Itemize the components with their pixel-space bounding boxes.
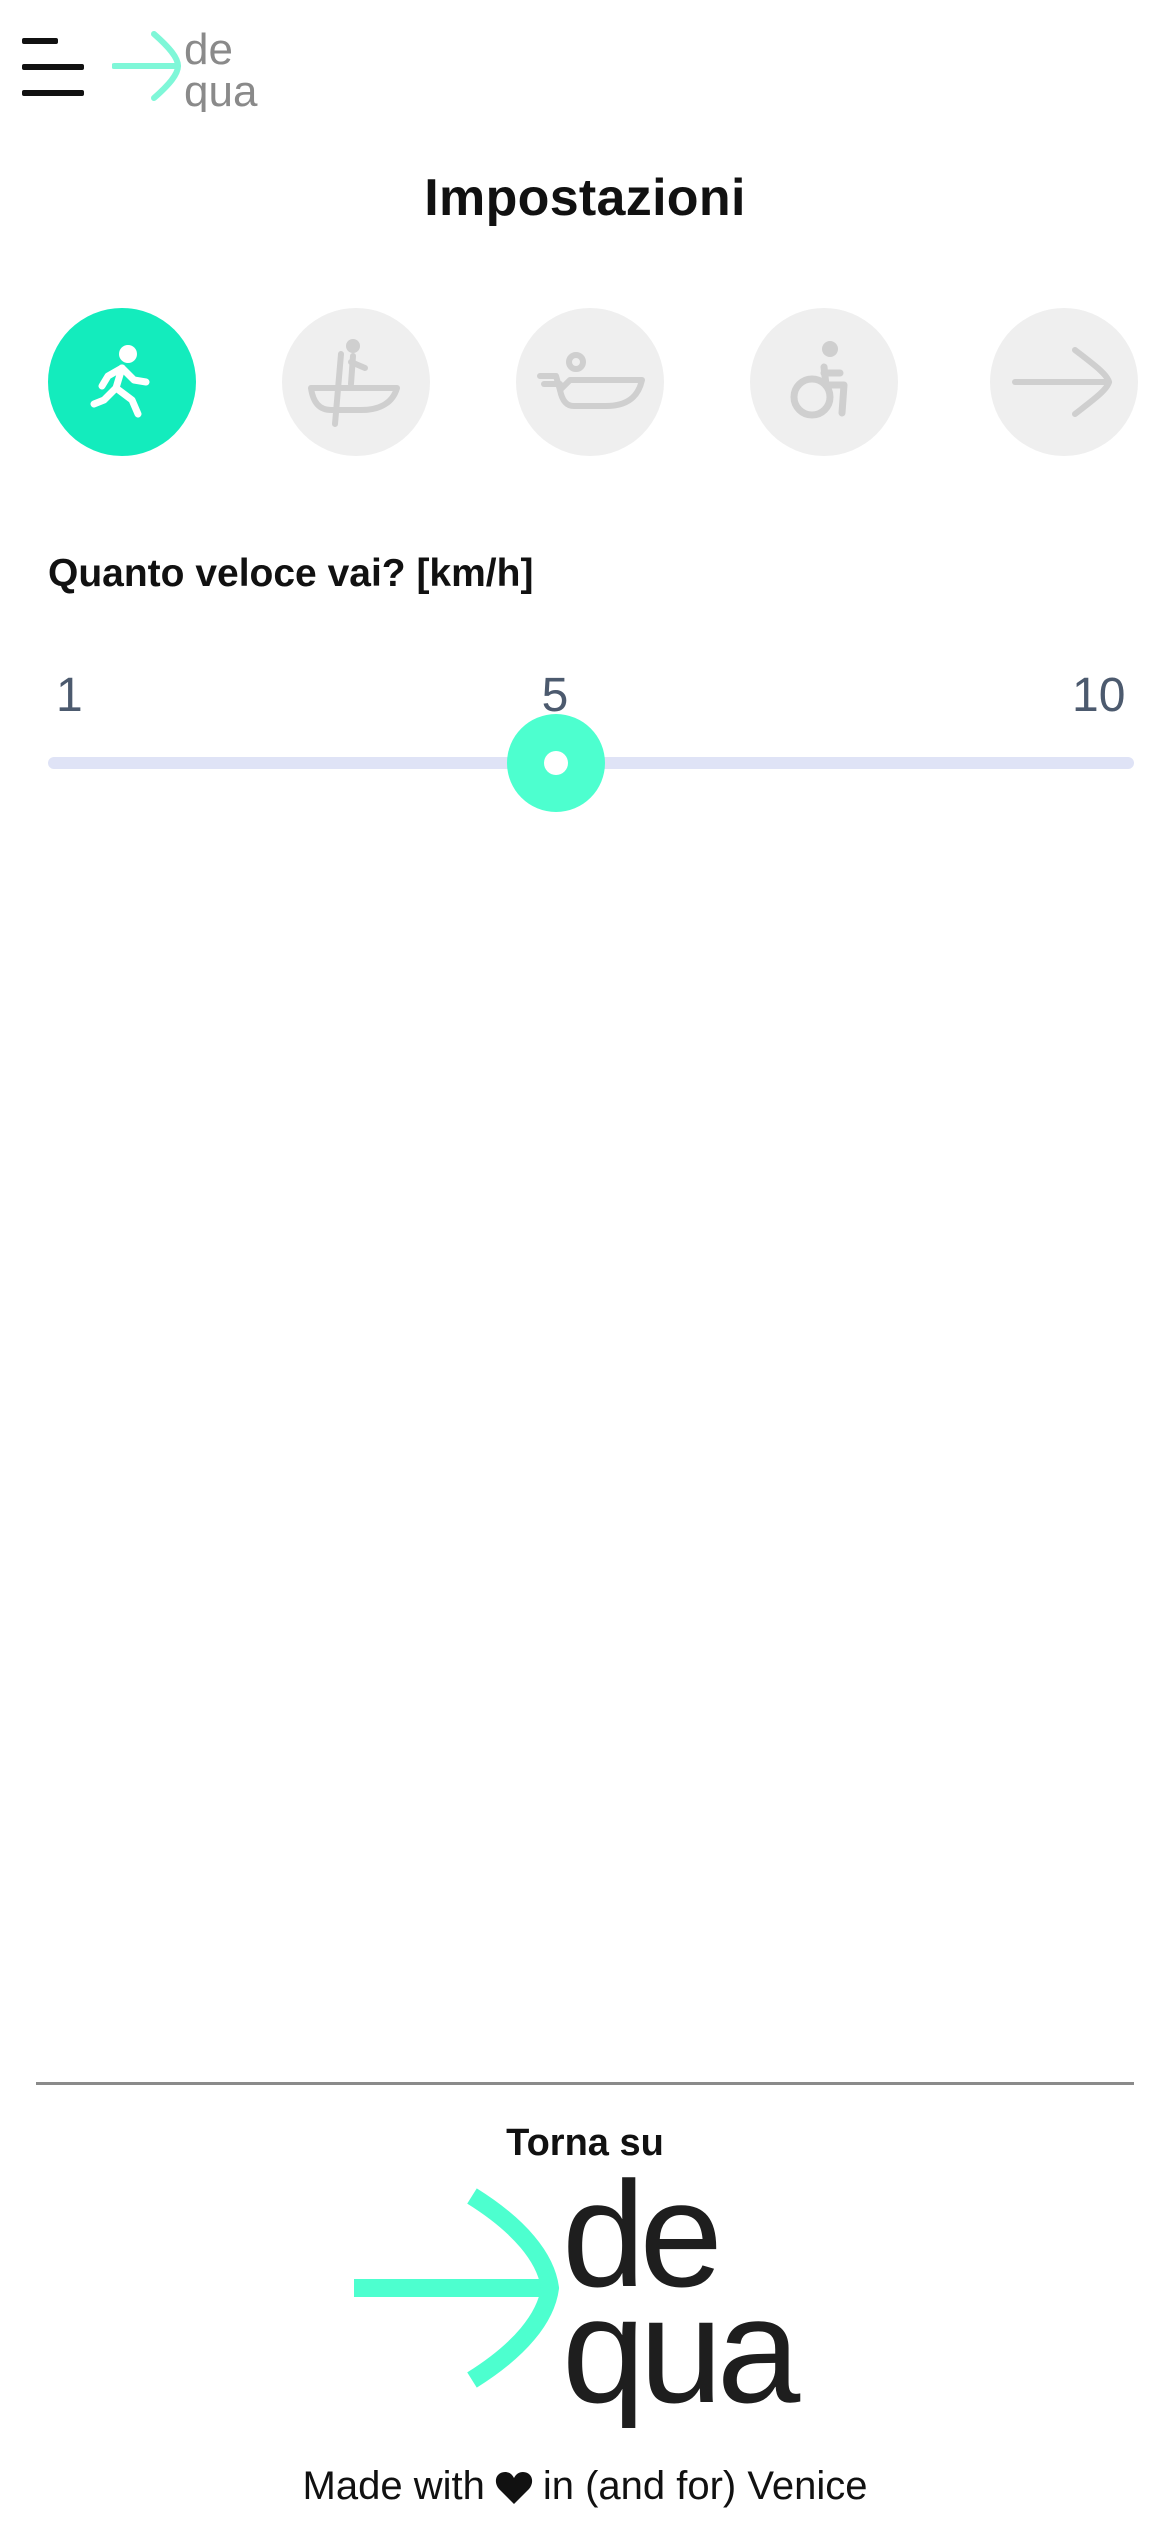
- footer-divider: [36, 2082, 1134, 2085]
- transport-mode-selector: [48, 308, 1138, 456]
- made-with-prefix: Made with: [302, 2464, 485, 2508]
- arrow-right-icon: [1012, 347, 1113, 417]
- mode-rowing-boat-button[interactable]: [282, 308, 430, 456]
- logo-large-text-bottom: qua: [562, 2266, 801, 2428]
- mode-walking-button[interactable]: [48, 308, 196, 456]
- back-to-top-link[interactable]: Torna su: [0, 2122, 1170, 2165]
- speed-slider-thumb[interactable]: [506, 714, 605, 812]
- mode-wheelchair-button[interactable]: [750, 308, 898, 456]
- made-with-text: Made with in (and for) Venice: [0, 2464, 1170, 2509]
- made-with-suffix: in (and for) Venice: [542, 2464, 868, 2508]
- logo-text-bottom: qua: [184, 67, 258, 112]
- dequa-logo[interactable]: de qua: [112, 20, 272, 112]
- rowing-boat-icon: [308, 339, 400, 427]
- mode-generic-button[interactable]: [990, 308, 1138, 456]
- settings-page: de qua Impostazioni Quanto veloce vai? […: [0, 0, 1170, 2532]
- speed-max-label: 10: [1072, 669, 1126, 722]
- speed-label: Quanto veloce vai? [km/h]: [48, 552, 534, 595]
- mode-motor-boat-button[interactable]: [516, 308, 664, 456]
- motor-boat-icon: [537, 352, 645, 409]
- dequa-logo-large[interactable]: de qua: [354, 2160, 818, 2428]
- app-header: de qua: [0, 0, 1170, 140]
- menu-icon[interactable]: [22, 38, 86, 96]
- page-title: Impostazioni: [424, 169, 746, 227]
- wheelchair-icon: [790, 341, 848, 419]
- walking-icon: [90, 345, 150, 418]
- heart-icon: [495, 2472, 532, 2505]
- slider-thumb-dot: [543, 751, 568, 775]
- speed-min-label: 1: [56, 669, 83, 722]
